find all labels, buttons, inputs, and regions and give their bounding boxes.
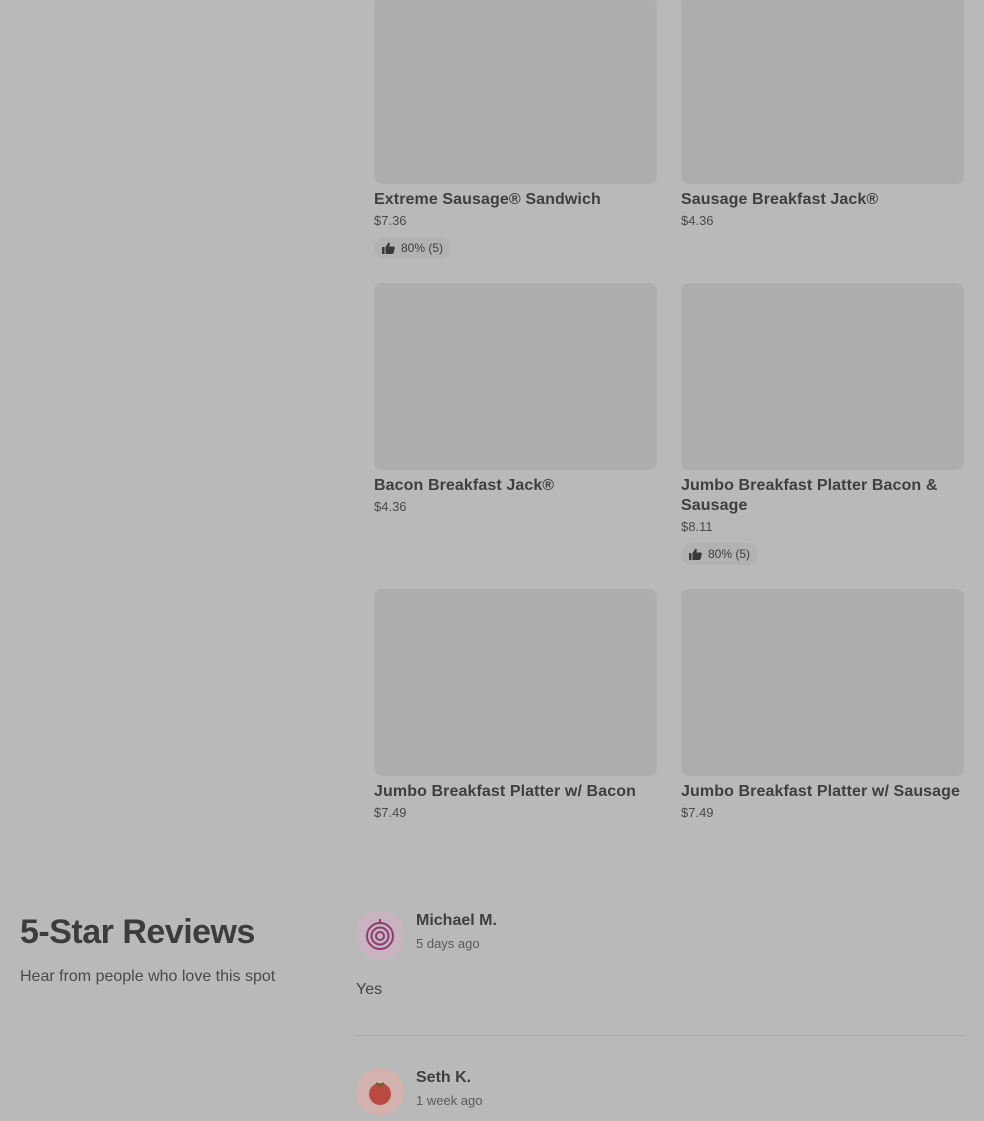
reviewer-name[interactable]: Seth K. xyxy=(416,1068,483,1088)
review-divider xyxy=(356,1035,964,1036)
reviews-subtitle: Hear from people who love this spot xyxy=(20,968,276,985)
thumbs-up-icon xyxy=(382,242,395,254)
menu-item-card[interactable]: Jumbo Breakfast Platter Bacon & Sausage … xyxy=(681,283,964,565)
menu-item-card[interactable]: Jumbo Breakfast Platter w/ Sausage $7.49 xyxy=(681,589,964,821)
reviewer-avatar[interactable] xyxy=(356,1068,404,1116)
review-time: 1 week ago xyxy=(416,1093,483,1108)
menu-item-price: $7.49 xyxy=(681,805,714,820)
reviewer-name[interactable]: Michael M. xyxy=(416,911,497,931)
menu-item-image[interactable] xyxy=(374,0,657,184)
rating-value: 80% (5) xyxy=(401,241,444,255)
review-time: 5 days ago xyxy=(416,936,480,951)
reviews-title: 5-Star Reviews xyxy=(20,913,255,951)
rating-value: 80% (5) xyxy=(708,547,751,561)
menu-item-card[interactable]: Extreme Sausage® Sandwich $7.36 80% (5) xyxy=(374,0,657,259)
menu-item-price: $4.36 xyxy=(681,213,714,228)
menu-item-image[interactable] xyxy=(374,589,657,776)
menu-item-name: Extreme Sausage® Sandwich xyxy=(374,191,601,208)
thumbs-up-icon xyxy=(689,548,702,560)
menu-item-image[interactable] xyxy=(681,589,964,776)
menu-item-name: Sausage Breakfast Jack® xyxy=(681,191,879,208)
review-text: Yes xyxy=(356,981,383,998)
menu-item-rating-badge: 80% (5) xyxy=(374,237,452,259)
reviews-header: 5-Star Reviews Hear from people who love… xyxy=(20,912,340,986)
review-item: Seth K. 1 week ago xyxy=(356,1068,964,1116)
menu-item-price: $7.36 xyxy=(374,213,407,228)
review-item: Michael M. 5 days ago Yes xyxy=(356,911,964,1011)
menu-item-image[interactable] xyxy=(681,283,964,470)
menu-item-name: Jumbo Breakfast Platter w/ Sausage xyxy=(681,783,961,800)
menu-item-image[interactable] xyxy=(681,0,964,184)
onion-icon xyxy=(366,919,394,950)
menu-item-name: Jumbo Breakfast Platter Bacon & Sausage xyxy=(681,477,938,514)
menu-item-price: $7.49 xyxy=(374,805,407,820)
reviewer-avatar[interactable] xyxy=(356,911,404,959)
tomato-icon xyxy=(369,1082,391,1105)
menu-item-card[interactable]: Sausage Breakfast Jack® $4.36 xyxy=(681,0,964,229)
menu-item-name: Jumbo Breakfast Platter w/ Bacon xyxy=(374,783,636,800)
menu-item-rating-badge: 80% (5) xyxy=(681,543,759,565)
menu-item-name: Bacon Breakfast Jack® xyxy=(374,477,555,494)
menu-item-price: $8.11 xyxy=(681,519,713,534)
menu-item-price: $4.36 xyxy=(374,499,407,514)
menu-item-card[interactable]: Bacon Breakfast Jack® $4.36 xyxy=(374,283,657,515)
menu-item-image[interactable] xyxy=(374,283,657,470)
menu-item-card[interactable]: Jumbo Breakfast Platter w/ Bacon $7.49 xyxy=(374,589,657,821)
